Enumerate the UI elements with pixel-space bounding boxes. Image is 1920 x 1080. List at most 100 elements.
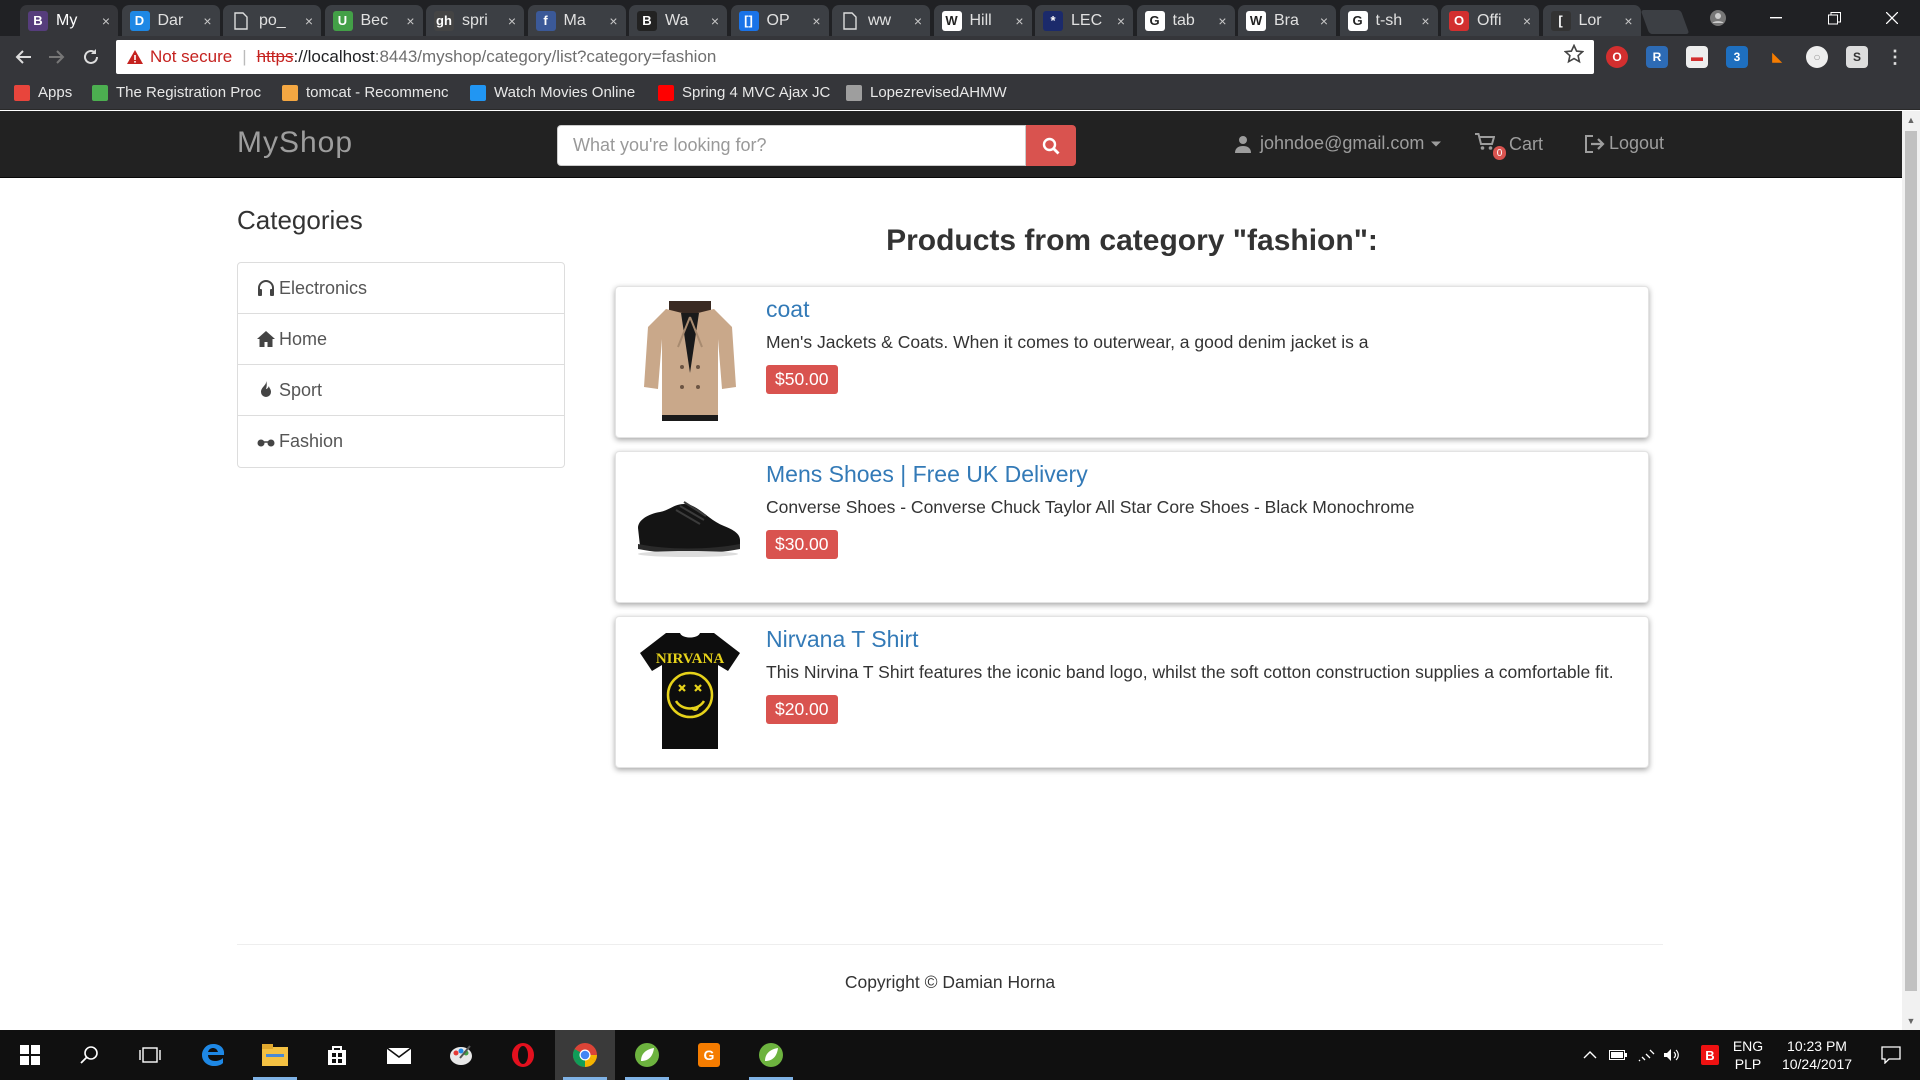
scrollbar-thumb[interactable] [1905, 131, 1917, 991]
browser-tab[interactable]: W Bra × [1238, 5, 1336, 36]
chrome-menu-icon[interactable]: ⋮ [1884, 46, 1906, 68]
search-input[interactable]: What you're looking for? [557, 125, 1026, 166]
browser-tab[interactable]: [Lor × [1542, 5, 1641, 36]
category-item-home[interactable]: Home [238, 314, 564, 365]
opera-icon[interactable] [493, 1030, 553, 1080]
tab-title: ww [868, 11, 892, 29]
tab-close-icon[interactable]: × [305, 13, 313, 29]
file-explorer-icon[interactable] [245, 1030, 305, 1080]
category-item-sport[interactable]: Sport [238, 365, 564, 416]
calendar-extension-icon[interactable]: ▬ [1686, 46, 1708, 68]
bookmark-star-icon[interactable] [1563, 43, 1585, 70]
tshirt-image[interactable]: NIRVANA [636, 627, 744, 753]
task-view-icon[interactable] [120, 1030, 180, 1080]
tab-close-icon[interactable]: × [406, 13, 414, 29]
bookmark-item[interactable]: Spring 4 MVC Ajax JC [658, 84, 830, 101]
new-tab-button[interactable] [1640, 10, 1690, 34]
restore-window-icon[interactable] [1806, 0, 1862, 36]
spring-boot-icon[interactable] [741, 1030, 801, 1080]
windows-start-icon[interactable] [0, 1030, 60, 1080]
browser-tab[interactable]: f Ma × [527, 5, 626, 36]
scroll-up-icon[interactable]: ▲ [1902, 111, 1920, 129]
browser-tab[interactable]: D Dar × [121, 5, 220, 36]
s-extension-icon[interactable]: S [1846, 46, 1868, 68]
bookmark-item[interactable]: tomcat - Recommenc [282, 84, 449, 101]
store-icon[interactable] [307, 1030, 367, 1080]
tray-overflow-icon[interactable] [1578, 1030, 1602, 1080]
scroll-down-icon[interactable]: ▼ [1902, 1012, 1920, 1030]
browser-tab[interactable]: U Bec × [324, 5, 423, 36]
circle-extension-icon[interactable]: ○ [1806, 46, 1828, 68]
brand-logo[interactable]: MyShop [237, 126, 353, 160]
tab-close-icon[interactable]: × [1624, 13, 1632, 29]
bitdefender-icon[interactable]: B [1698, 1030, 1722, 1080]
browser-tab[interactable]: * LEC × [1035, 5, 1133, 36]
browser-tab[interactable]: [] OP × [730, 5, 829, 36]
chrome-icon[interactable] [555, 1030, 615, 1080]
edge-icon[interactable] [183, 1030, 243, 1080]
browser-tab[interactable]: ww × [832, 5, 930, 36]
tab-close-icon[interactable]: × [1421, 13, 1429, 29]
browser-tab[interactable]: B My × [20, 5, 118, 36]
browser-tab[interactable]: po_ × [223, 5, 321, 36]
tab-close-icon[interactable]: × [812, 13, 820, 29]
reload-icon[interactable] [78, 44, 104, 70]
paint-icon[interactable] [431, 1030, 491, 1080]
profile-icon[interactable] [1690, 0, 1746, 36]
browser-tab[interactable]: gh spri × [426, 5, 524, 36]
pdf-tool-icon[interactable]: G [679, 1030, 739, 1080]
opera-extension-icon[interactable]: O [1606, 46, 1628, 68]
volume-icon[interactable] [1660, 1030, 1684, 1080]
clock[interactable]: 10:23 PM 10/24/2017 [1772, 1030, 1862, 1080]
browser-tab[interactable]: O Offi × [1441, 5, 1539, 36]
coat-image[interactable] [636, 297, 744, 423]
browser-tab[interactable]: Gt-sh × [1339, 5, 1438, 36]
tab-close-icon[interactable]: × [711, 13, 719, 29]
tab-close-icon[interactable]: × [102, 13, 110, 29]
minimize-window-icon[interactable] [1748, 0, 1804, 36]
logout-link[interactable]: Logout [1585, 133, 1664, 154]
close-window-icon[interactable] [1864, 0, 1920, 36]
tab-close-icon[interactable]: × [1320, 13, 1328, 29]
tab-close-icon[interactable]: × [609, 13, 617, 29]
bookmark-item[interactable]: The Registration Proc [92, 84, 261, 101]
browser-tab[interactable]: W Hill × [933, 5, 1032, 36]
bookmark-item[interactable]: Watch Movies Online [470, 84, 635, 101]
shoe-image[interactable] [636, 462, 744, 588]
bookmark-item[interactable]: LopezrevisedAHMW [846, 84, 1007, 101]
back-icon[interactable] [10, 44, 36, 70]
tab-close-icon[interactable]: × [1015, 13, 1023, 29]
browser-tab[interactable]: B Wa × [629, 5, 727, 36]
wifi-icon[interactable] [1634, 1030, 1658, 1080]
cart-link[interactable]: 0 Cart [1475, 133, 1543, 160]
input-language[interactable]: ENG PLP [1728, 1030, 1768, 1080]
readlater-extension-icon[interactable]: R [1646, 46, 1668, 68]
category-item-electronics[interactable]: Electronics [238, 263, 564, 314]
css-extension-icon[interactable]: 3 [1726, 46, 1748, 68]
page-scrollbar[interactable]: ▲ ▼ [1902, 111, 1920, 1030]
battery-icon[interactable] [1606, 1030, 1630, 1080]
action-center-icon[interactable] [1866, 1030, 1916, 1080]
not-secure-warning[interactable]: Not secure [126, 47, 232, 67]
fire-icon [257, 381, 275, 399]
tab-close-icon[interactable]: × [1523, 13, 1531, 29]
product-title-link[interactable]: Nirvana T Shirt [766, 626, 919, 653]
product-title-link[interactable]: Mens Shoes | Free UK Delivery [766, 461, 1088, 488]
wappalyzer-extension-icon[interactable]: ◣ [1766, 46, 1788, 68]
search-button[interactable] [1026, 125, 1076, 166]
tab-close-icon[interactable]: × [1218, 13, 1226, 29]
browser-tab[interactable]: Gtab × [1136, 5, 1235, 36]
product-title-link[interactable]: coat [766, 296, 809, 323]
tab-close-icon[interactable]: × [508, 13, 516, 29]
forward-icon[interactable] [44, 44, 70, 70]
address-bar[interactable]: Not secure | https://localhost:8443/mysh… [116, 40, 1594, 74]
tab-close-icon[interactable]: × [203, 13, 211, 29]
bookmark-item[interactable]: Apps [14, 84, 72, 101]
spring-tool-suite-icon[interactable] [617, 1030, 677, 1080]
tab-close-icon[interactable]: × [1117, 13, 1125, 29]
mail-icon[interactable] [369, 1030, 429, 1080]
search-taskbar-icon[interactable] [60, 1030, 120, 1080]
tab-close-icon[interactable]: × [914, 13, 922, 29]
category-item-fashion[interactable]: Fashion [238, 416, 564, 467]
user-menu[interactable]: johndoe@gmail.com [1234, 133, 1442, 154]
